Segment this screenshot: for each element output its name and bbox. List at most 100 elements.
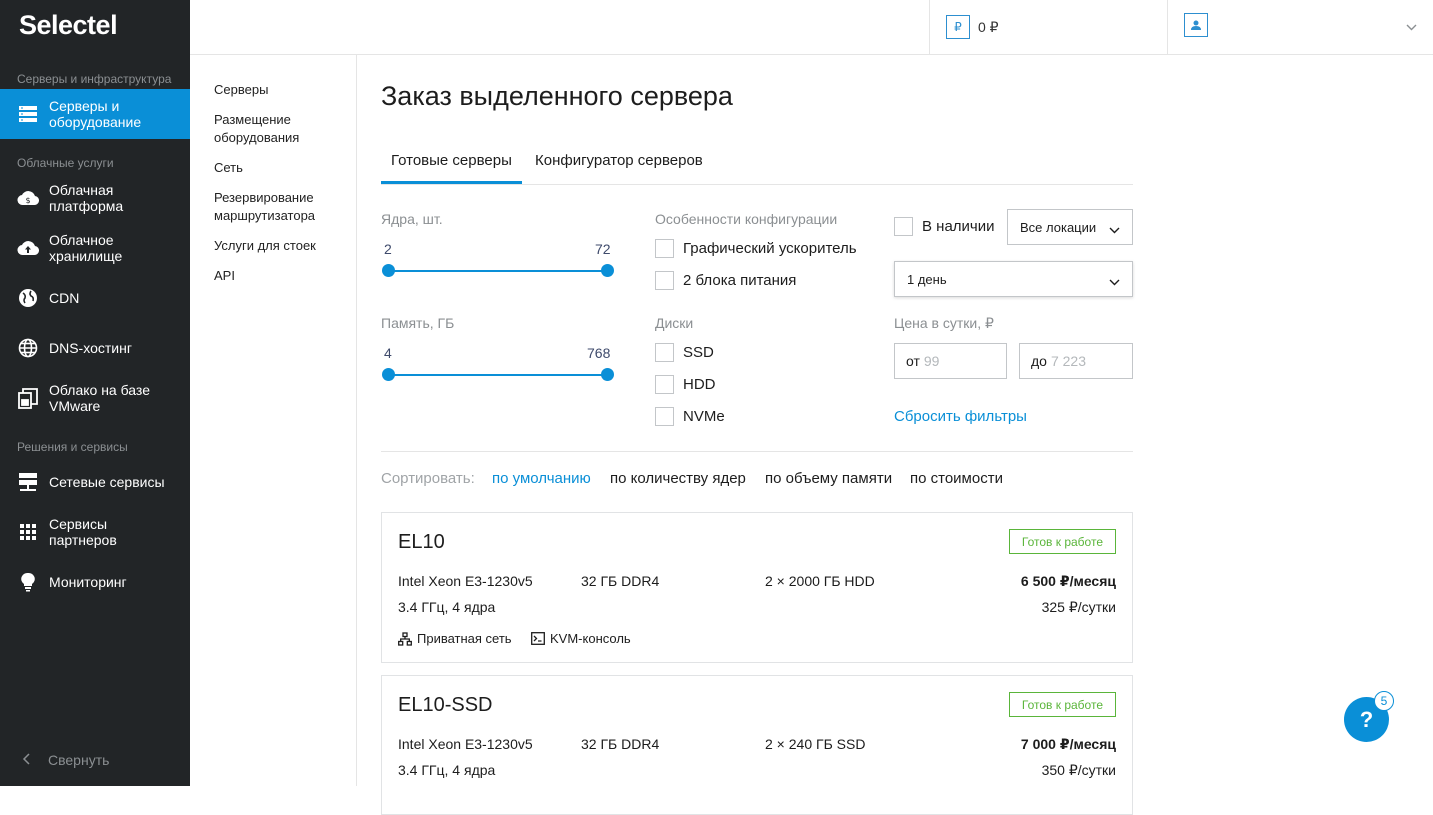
- server-disk: 2 × 2000 ГБ HDD: [765, 573, 875, 589]
- sidebar-item-dns[interactable]: DNS-хостинг: [0, 323, 190, 373]
- memory-slider-min-handle[interactable]: [382, 368, 395, 381]
- price-label: Цена в сутки, ₽: [894, 315, 994, 331]
- sidebar-item-cdn[interactable]: CDN: [0, 273, 190, 323]
- selectel-logo[interactable]: Selectel: [19, 10, 118, 41]
- sidebar-item-monitoring[interactable]: Мониторинг: [0, 557, 190, 607]
- subnav-item-colocation[interactable]: Размещение оборудования: [214, 111, 344, 147]
- sidebar-item-label: Облако на базе VMware: [49, 382, 150, 414]
- server-card[interactable]: EL10-SSD Готов к работе Intel Xeon E3-12…: [381, 675, 1133, 815]
- subnav-item-rack-services[interactable]: Услуги для стоек: [214, 237, 344, 255]
- user-menu[interactable]: [1167, 0, 1433, 54]
- checkbox-box[interactable]: [655, 407, 674, 426]
- price-from-placeholder: 99: [923, 353, 940, 369]
- tab-ready-servers[interactable]: Готовые серверы: [381, 152, 522, 184]
- collapse-label: Свернуть: [48, 752, 110, 768]
- checkbox-box[interactable]: [655, 375, 674, 394]
- server-price-day: 350 ₽/сутки: [1041, 762, 1116, 778]
- price-from-input[interactable]: от 99: [894, 343, 1007, 379]
- location-value: Все локации: [1020, 219, 1097, 235]
- sort-default[interactable]: по умолчанию: [492, 470, 591, 487]
- memory-slider-max-handle[interactable]: [601, 368, 614, 381]
- collapse-sidebar-button[interactable]: Свернуть: [22, 752, 109, 768]
- sidebar-item-network[interactable]: Сетевые сервисы: [0, 457, 190, 507]
- feature-gpu-checkbox[interactable]: Графический ускоритель: [655, 239, 857, 258]
- checkbox-label: HDD: [683, 376, 716, 393]
- console-icon: [531, 632, 545, 645]
- price-to-input[interactable]: до 7 223: [1019, 343, 1133, 379]
- disks-label: Диски: [655, 315, 694, 331]
- checkbox-box[interactable]: [655, 271, 674, 290]
- sidebar: Selectel Серверы и инфраструктура Сервер…: [0, 0, 190, 786]
- disk-nvme-checkbox[interactable]: NVMe: [655, 407, 725, 426]
- vmware-icon: [17, 387, 39, 409]
- period-select[interactable]: 1 день: [894, 261, 1133, 297]
- sidebar-item-vmware[interactable]: Облако на базе VMware: [0, 373, 190, 423]
- memory-label: Память, ГБ: [381, 315, 455, 331]
- chevron-left-icon: [22, 752, 30, 768]
- sidebar-item-label: Сетевые сервисы: [49, 474, 165, 490]
- checkbox-box[interactable]: [655, 343, 674, 362]
- price-to-prefix: до: [1031, 353, 1047, 369]
- subnav-item-api[interactable]: API: [214, 267, 344, 285]
- in-stock-checkbox[interactable]: В наличии: [894, 217, 995, 236]
- disk-hdd-checkbox[interactable]: HDD: [655, 375, 716, 394]
- server-name: EL10-SSD: [398, 694, 493, 716]
- sidebar-item-cloud-platform[interactable]: $ Облачная платформа: [0, 173, 190, 223]
- sidebar-item-label: Мониторинг: [49, 574, 127, 590]
- reset-filters-link[interactable]: Сбросить фильтры: [894, 408, 1027, 425]
- section-title-solutions: Решения и сервисы: [17, 440, 128, 454]
- checkbox-label: В наличии: [922, 218, 995, 235]
- sidebar-item-label: Сервисы партнеров: [49, 516, 117, 548]
- sort-by-cores[interactable]: по количеству ядер: [610, 470, 746, 487]
- server-price-month: 7 000 ₽/месяц: [1020, 736, 1116, 752]
- sidebar-item-label: Облачная платформа: [49, 182, 124, 214]
- ruble-icon: ₽: [946, 15, 970, 39]
- cores-slider-track[interactable]: [388, 270, 608, 272]
- checkbox-label: NVMe: [683, 408, 725, 425]
- feature-dual-psu-checkbox[interactable]: 2 блока питания: [655, 271, 796, 290]
- sort-by-memory[interactable]: по объему памяти: [765, 470, 892, 487]
- cores-slider-max-handle[interactable]: [601, 264, 614, 277]
- checkbox-label: 2 блока питания: [683, 272, 797, 289]
- feature-kvm-console: KVM-консоль: [531, 631, 631, 646]
- features-label: Особенности конфигурации: [655, 211, 838, 227]
- subnav-item-router-reservation[interactable]: Резервирование маршрутизатора: [214, 189, 344, 225]
- server-cpu-detail: 3.4 ГГц, 4 ядра: [398, 762, 496, 778]
- top-bar: ₽ 0 ₽: [190, 0, 1433, 55]
- balance-widget[interactable]: ₽ 0 ₽: [929, 0, 1168, 54]
- checkbox-box[interactable]: [655, 239, 674, 258]
- sidebar-item-servers[interactable]: Серверы и оборудование: [0, 89, 190, 139]
- page-title: Заказ выделенного сервера: [381, 81, 733, 111]
- server-cpu-detail: 3.4 ГГц, 4 ядра: [398, 599, 496, 615]
- tab-configurator[interactable]: Конфигуратор серверов: [535, 152, 703, 169]
- disk-ssd-checkbox[interactable]: SSD: [655, 343, 714, 362]
- sidebar-item-cloud-storage[interactable]: Облачное хранилище: [0, 223, 190, 273]
- feature-private-network: Приватная сеть: [398, 631, 512, 646]
- sort-label: Сортировать:: [381, 470, 475, 487]
- server-cpu: Intel Xeon E3-1230v5: [398, 573, 533, 589]
- server-price-month: 6 500 ₽/месяц: [1020, 573, 1116, 589]
- price-to-placeholder: 7 223: [1050, 353, 1087, 369]
- server-icon: [17, 103, 39, 125]
- period-value: 1 день: [907, 271, 947, 287]
- status-badge: Готов к работе: [1008, 692, 1116, 717]
- sidebar-item-label: CDN: [49, 290, 80, 306]
- subnav-item-servers[interactable]: Серверы: [214, 81, 344, 99]
- memory-slider-track[interactable]: [388, 374, 608, 376]
- server-card[interactable]: EL10 Готов к работе Intel Xeon E3-1230v5…: [381, 512, 1133, 663]
- sort-by-price[interactable]: по стоимости: [910, 470, 1003, 487]
- checkbox-label: Графический ускоритель: [683, 240, 857, 257]
- checkbox-box[interactable]: [894, 217, 913, 236]
- globe-icon: [17, 287, 39, 309]
- network-tree-icon: [398, 631, 412, 646]
- sidebar-item-label: Облачное хранилище: [49, 232, 123, 264]
- location-select[interactable]: Все локации: [1007, 209, 1133, 245]
- server-ram: 32 ГБ DDR4: [581, 573, 660, 589]
- sidebar-item-partners[interactable]: Сервисы партнеров: [0, 507, 190, 557]
- server-price-day: 325 ₽/сутки: [1041, 599, 1116, 615]
- cores-slider-min-handle[interactable]: [382, 264, 395, 277]
- server-cpu: Intel Xeon E3-1230v5: [398, 736, 533, 752]
- cores-label: Ядра, шт.: [381, 211, 443, 227]
- subnav-item-network[interactable]: Сеть: [214, 159, 344, 177]
- balance-value: 0 ₽: [978, 18, 999, 35]
